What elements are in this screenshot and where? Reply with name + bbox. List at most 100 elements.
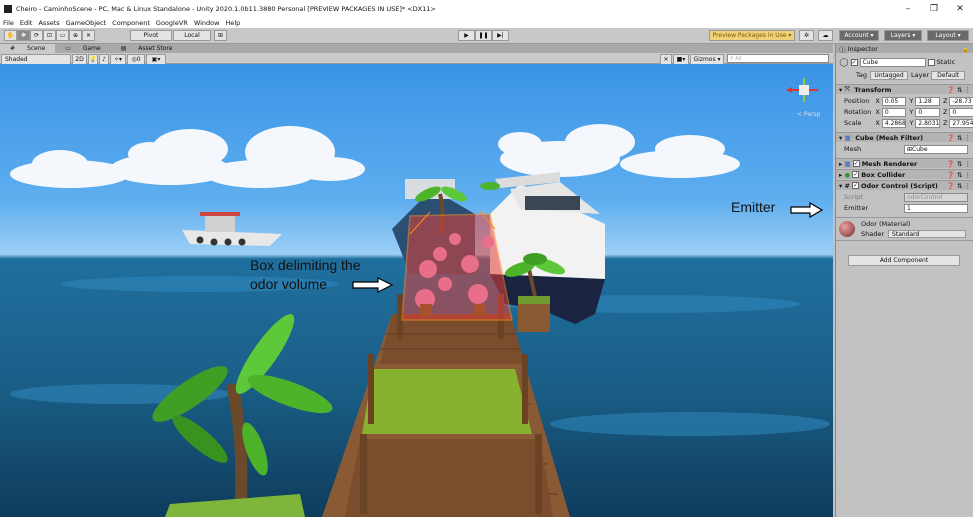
scale-tool-icon[interactable]: ⊡: [43, 30, 56, 41]
layers-dropdown[interactable]: Layers ▾: [884, 30, 922, 41]
material-sphere-icon: [839, 221, 855, 237]
component-menu-icon[interactable]: ❓ ⇅ ⋮: [947, 171, 971, 179]
account-dropdown[interactable]: Account ▾: [839, 30, 879, 41]
scale-x-field[interactable]: 4.2868: [881, 118, 907, 128]
object-active-checkbox[interactable]: ✓: [850, 58, 858, 66]
mesh-renderer-header[interactable]: ▸ ▦ ✓ Mesh Renderer ❓ ⇅ ⋮: [836, 158, 973, 168]
odor-control-checkbox[interactable]: ✓: [851, 182, 859, 189]
component-menu-icon[interactable]: ❓ ⇅ ⋮: [947, 160, 971, 168]
shader-dropdown[interactable]: Standard: [888, 230, 967, 238]
collab-icon[interactable]: ✲: [799, 30, 814, 41]
component-menu-icon[interactable]: ❓ ⇅ ⋮: [947, 86, 971, 94]
custom-tool-icon[interactable]: ✕: [82, 30, 95, 41]
tab-game[interactable]: ▭ Game: [55, 44, 110, 53]
emitter-label: Emitter: [844, 204, 869, 212]
mesh-field[interactable]: ⊞ Cube: [904, 144, 968, 154]
rect-tool-icon[interactable]: ▭: [56, 30, 69, 41]
scene-search-input[interactable]: ⚲ All: [727, 54, 829, 63]
close-button[interactable]: ✕: [947, 4, 973, 14]
tab-scene[interactable]: # Scene: [0, 44, 56, 53]
maximize-button[interactable]: ❐: [921, 4, 947, 14]
menu-bar: File Edit Assets GameObject Component Go…: [0, 17, 973, 28]
position-x-field[interactable]: 0.05: [881, 96, 907, 106]
pivot-toggle[interactable]: Pivot: [130, 30, 172, 41]
mesh-filter-header[interactable]: ▾ ▦ Cube (Mesh Filter) ❓ ⇅ ⋮: [836, 132, 973, 142]
cloud-icon[interactable]: ☁: [818, 30, 833, 41]
scale-z-field[interactable]: 27.954: [949, 118, 973, 128]
info-icon: ⓘ: [839, 45, 848, 54]
material-section[interactable]: Odor (Material) Shader Standard: [836, 217, 973, 241]
box-collider-header[interactable]: ▸ ● ✓ Box Collider ❓ ⇅ ⋮: [836, 169, 973, 179]
hand-tool-icon[interactable]: ✋: [4, 30, 17, 41]
box-collider-title: Box Collider: [861, 170, 906, 179]
menu-component[interactable]: Component: [112, 19, 150, 27]
rotation-x-axis: X: [875, 108, 880, 116]
mesh-label: Mesh: [844, 145, 862, 153]
add-component-button[interactable]: Add Component: [848, 255, 960, 266]
component-menu-icon[interactable]: ❓ ⇅ ⋮: [947, 182, 971, 190]
window-title: Cheiro - CaminhoScene - PC, Mac & Linux …: [16, 4, 436, 13]
mesh-renderer-title: Mesh Renderer: [861, 159, 918, 168]
layout-dropdown[interactable]: Layout ▾: [927, 30, 969, 41]
pause-button[interactable]: ❚❚: [475, 30, 492, 41]
rotation-z-axis: Z: [942, 108, 948, 116]
scale-label: Scale: [844, 119, 862, 127]
position-y-field[interactable]: 1.28: [915, 96, 940, 106]
step-button[interactable]: ▶|: [492, 30, 509, 41]
transform-header[interactable]: ▾ ⤧ Transform ❓ ⇅ ⋮: [836, 84, 973, 94]
rotation-label: Rotation: [844, 108, 872, 116]
menu-help[interactable]: Help: [225, 19, 240, 27]
static-checkbox[interactable]: [927, 58, 935, 66]
inspector-tab[interactable]: ⓘ Inspector 🔒: [836, 44, 973, 54]
material-title: Odor (Material): [861, 220, 911, 228]
scale-x-axis: X: [875, 119, 880, 127]
component-menu-icon[interactable]: ❓ ⇅ ⋮: [947, 134, 971, 142]
transform-tool-icon[interactable]: ⊕: [69, 30, 82, 41]
tab-scene-label: Scene: [26, 45, 46, 52]
menu-edit[interactable]: Edit: [20, 19, 33, 27]
unity-editor-window: Cheiro - CaminhoScene - PC, Mac & Linux …: [0, 0, 973, 517]
menu-googlevr[interactable]: GoogleVR: [156, 19, 188, 27]
asset-store-icon: ▤: [120, 45, 129, 52]
box-collider-checkbox[interactable]: ✓: [852, 171, 860, 178]
transform-title: Transform: [854, 85, 892, 94]
tab-asset-store[interactable]: ▤ Asset Store: [111, 44, 183, 53]
script-field: odorControl: [904, 192, 968, 202]
rotation-z-field[interactable]: 0: [949, 107, 973, 117]
position-z-field[interactable]: -28.73: [949, 96, 973, 106]
title-bar: Cheiro - CaminhoScene - PC, Mac & Linux …: [0, 0, 973, 17]
mesh-renderer-checkbox[interactable]: ✓: [852, 160, 860, 167]
odor-control-header[interactable]: ▾ # ✓ Odor Control (Script) ❓ ⇅ ⋮: [836, 180, 973, 190]
emitter-field[interactable]: 1: [904, 203, 968, 213]
scene-viewport[interactable]: < Persp Box delimiting the odor volume: [0, 64, 833, 517]
grid-snap-icon[interactable]: ⊞: [214, 30, 227, 41]
annotation-box-line2: odor volume: [250, 276, 328, 292]
menu-assets[interactable]: Assets: [38, 19, 59, 27]
rotation-y-axis: Y: [909, 108, 914, 116]
scale-y-field[interactable]: 2.8031: [915, 118, 940, 128]
position-y-axis: Y: [909, 97, 914, 105]
menu-window[interactable]: Window: [194, 19, 220, 27]
inspector-tab-label: Inspector: [847, 44, 878, 53]
move-tool-icon[interactable]: ✥: [17, 30, 30, 41]
lock-icon[interactable]: 🔒: [962, 45, 970, 53]
tag-dropdown[interactable]: Untagged: [870, 70, 909, 80]
preview-packages-button[interactable]: Preview Packages in Use ▾: [709, 30, 795, 41]
rotate-tool-icon[interactable]: ⟳: [30, 30, 43, 41]
cube-icon: ⬡: [839, 55, 849, 69]
rotation-y-field[interactable]: 0: [915, 107, 940, 117]
layer-dropdown[interactable]: Default: [931, 70, 966, 80]
object-name-field[interactable]: Cube: [859, 57, 926, 67]
main-toolbar: ✋ ✥ ⟳ ⊡ ▭ ⊕ ✕ Pivot Local ⊞ ▶ ❚❚ ▶| Prev…: [0, 28, 973, 44]
persp-label[interactable]: < Persp: [797, 111, 820, 118]
play-button[interactable]: ▶: [458, 30, 475, 41]
window-controls: – ❐ ✕: [895, 0, 973, 17]
local-toggle[interactable]: Local: [173, 30, 211, 41]
rotation-x-field[interactable]: 0: [881, 107, 907, 117]
mesh-filter-icon: ▦: [844, 133, 856, 142]
clouds: [10, 124, 740, 188]
minimize-button[interactable]: –: [895, 4, 921, 14]
scene-tab-icon: #: [10, 45, 17, 52]
menu-gameobject[interactable]: GameObject: [66, 19, 107, 27]
menu-file[interactable]: File: [3, 19, 14, 27]
